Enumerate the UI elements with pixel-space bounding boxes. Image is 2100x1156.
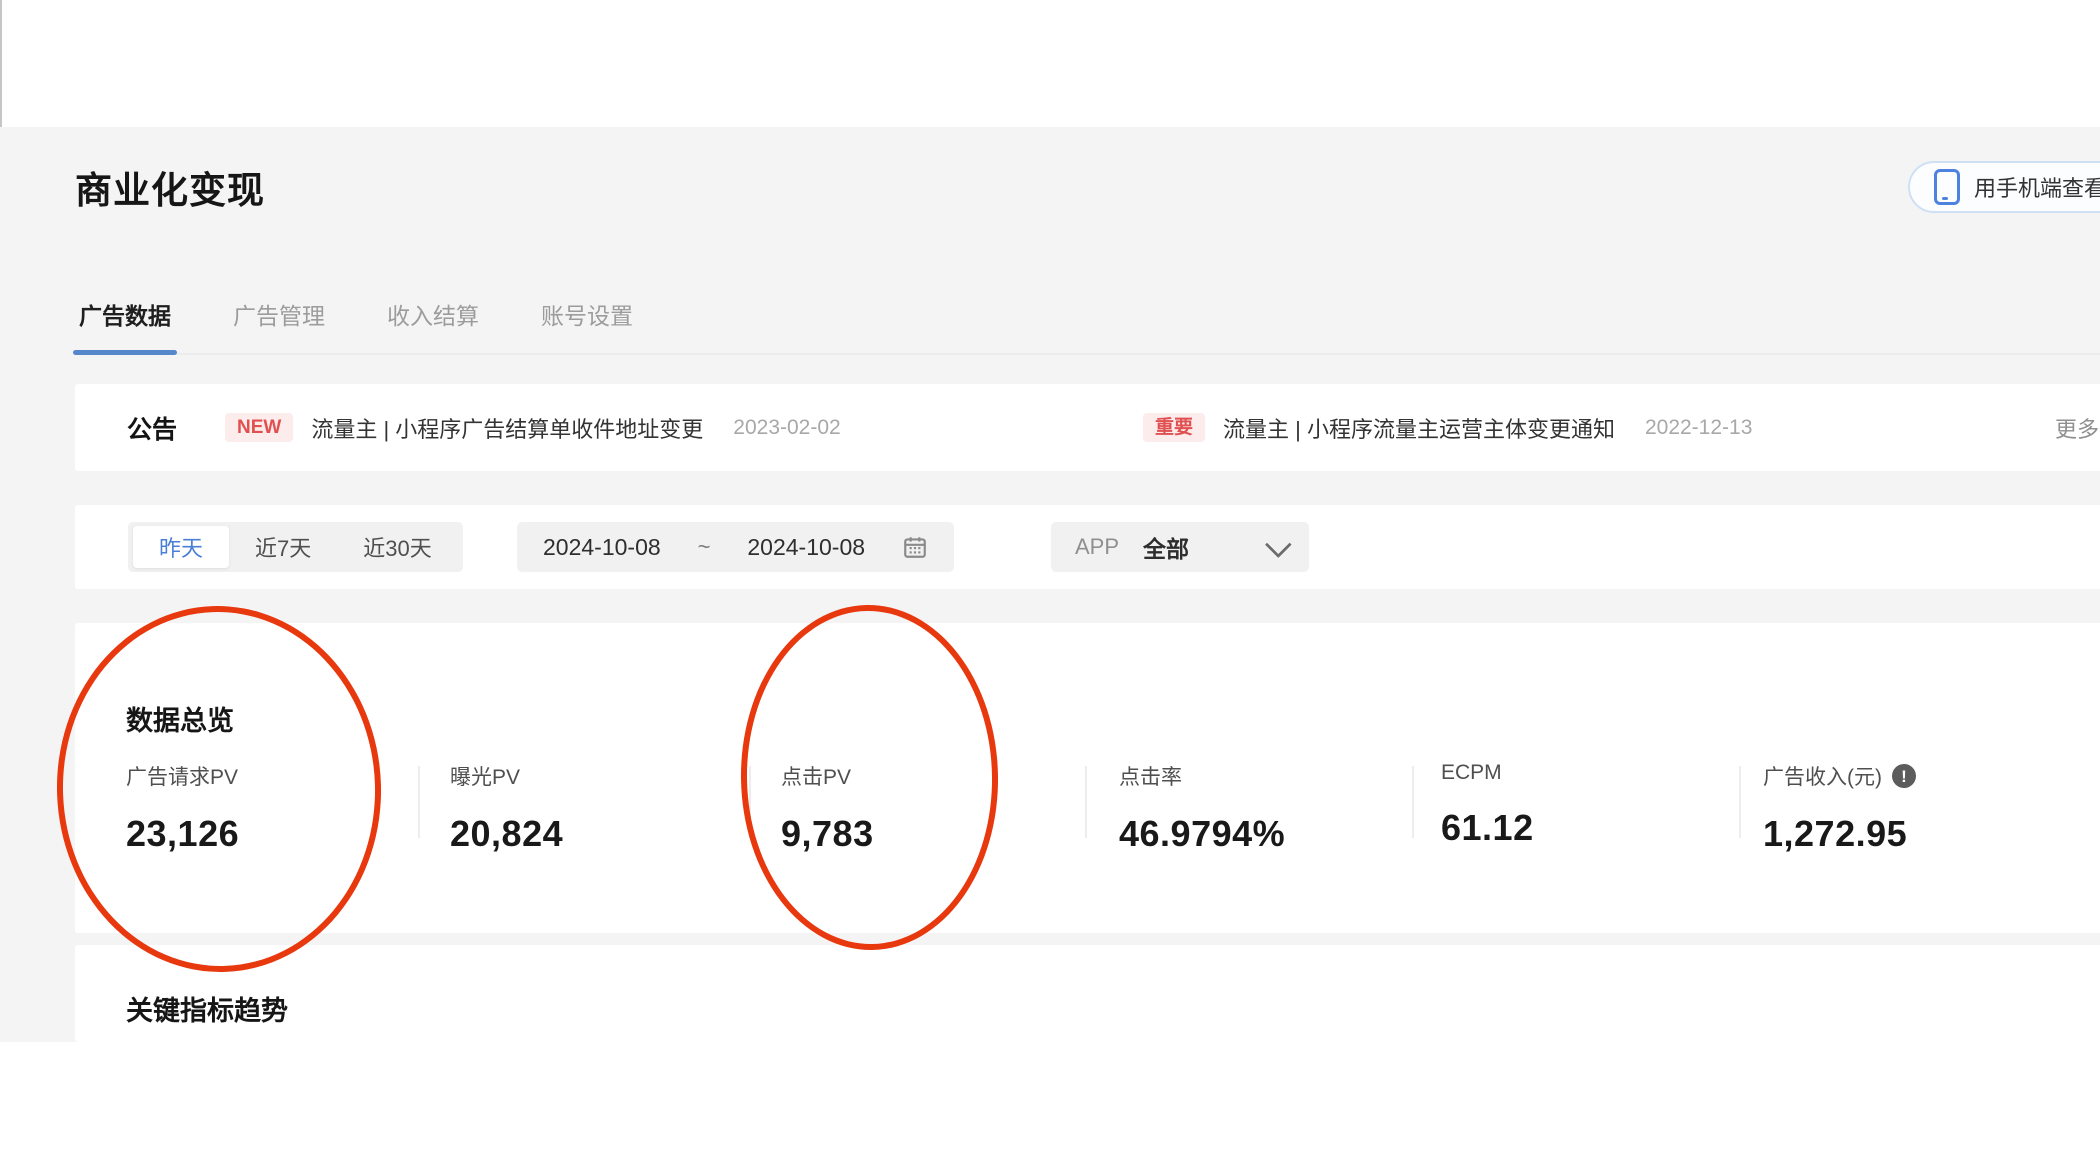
metric-label-text: 广告收入(元) [1763, 766, 1882, 789]
date-quick-range-segmented: 昨天 近7天 近30天 [128, 522, 463, 572]
monetization-dashboard: 商业化变现 用手机端查看数据 广告数据 广告管理 收入结算 账号设置 公告 NE… [0, 0, 2100, 1156]
chevron-down-icon [1264, 530, 1292, 558]
app-select-dropdown[interactable]: APP 全部 [1051, 522, 1309, 572]
app-select-label: APP [1075, 534, 1120, 559]
metric-label: 广告收入(元) ! [1763, 761, 1916, 791]
announcement-date-1: 2023-02-02 [733, 415, 841, 439]
metric-divider [1085, 766, 1087, 838]
date-end: 2024-10-08 [747, 533, 866, 560]
range-yesterday-button[interactable]: 昨天 [133, 526, 230, 568]
metric-divider [418, 766, 420, 838]
app-select-value: 全部 [1143, 536, 1190, 562]
key-trends-card: 关键指标趋势 [75, 945, 2100, 1042]
tab-ad-management[interactable]: 广告管理 [229, 297, 329, 353]
date-separator: ~ [697, 534, 711, 559]
announcement-date-2: 2022-12-13 [1644, 415, 1753, 439]
metric-label: 曝光PV [450, 766, 521, 789]
range-last30days-button[interactable]: 近30天 [337, 526, 457, 568]
date-start: 2024-10-08 [543, 533, 661, 560]
announcement-link-1[interactable]: 流量主 | 小程序广告结算单收件地址变更 [311, 412, 703, 444]
metric-exposure-pv: 曝光PV 20,824 [450, 761, 563, 855]
announcement-label: 公告 [127, 415, 178, 444]
metric-divider [1739, 766, 1741, 838]
range-last7days-button[interactable]: 近7天 [229, 526, 337, 568]
filter-bar: 昨天 近7天 近30天 2024-10-08 ~ 2024-10-08 APP … [75, 505, 2100, 589]
left-edge-divider [0, 0, 2, 130]
trends-title: 关键指标趋势 [126, 996, 288, 1026]
tab-bar: 广告数据 广告管理 收入结算 账号设置 [73, 297, 2100, 355]
info-icon[interactable]: ! [1892, 764, 1916, 788]
metric-value: 46.9794% [1119, 813, 1286, 854]
metric-label: 点击率 [1119, 766, 1182, 789]
important-badge: 重要 [1143, 413, 1206, 442]
view-on-mobile-button[interactable]: 用手机端查看数据 [1908, 161, 2100, 213]
tab-income-settlement[interactable]: 收入结算 [383, 297, 483, 353]
announcement-bar: 公告 NEW 流量主 | 小程序广告结算单收件地址变更 2023-02-02 重… [75, 384, 2100, 471]
tab-account-settings[interactable]: 账号设置 [537, 297, 637, 353]
phone-icon [1934, 169, 1960, 205]
date-range-picker[interactable]: 2024-10-08 ~ 2024-10-08 [517, 522, 954, 572]
page-title: 商业化变现 [75, 170, 265, 211]
metric-click-rate: 点击率 46.9794% [1119, 761, 1285, 855]
metric-ad-revenue: 广告收入(元) ! 1,272.95 [1763, 761, 1916, 855]
new-badge: NEW [225, 413, 294, 442]
metric-value: 61.12 [1441, 807, 1534, 848]
tab-ad-data[interactable]: 广告数据 [73, 297, 177, 355]
metric-divider [1412, 766, 1414, 838]
metric-label: ECPM [1441, 761, 1502, 784]
view-on-mobile-label: 用手机端查看数据 [1974, 176, 2100, 201]
more-link[interactable]: 更多 [2055, 412, 2099, 444]
announcement-item-2: 重要 流量主 | 小程序流量主运营主体变更通知 2022-12-13 [1143, 384, 1752, 471]
metric-value: 20,824 [450, 813, 564, 854]
announcement-link-2[interactable]: 流量主 | 小程序流量主运营主体变更通知 [1223, 412, 1615, 444]
calendar-icon [904, 537, 926, 558]
metric-value: 1,272.95 [1763, 813, 1908, 854]
metric-ecpm: ECPM 61.12 [1441, 761, 1534, 849]
